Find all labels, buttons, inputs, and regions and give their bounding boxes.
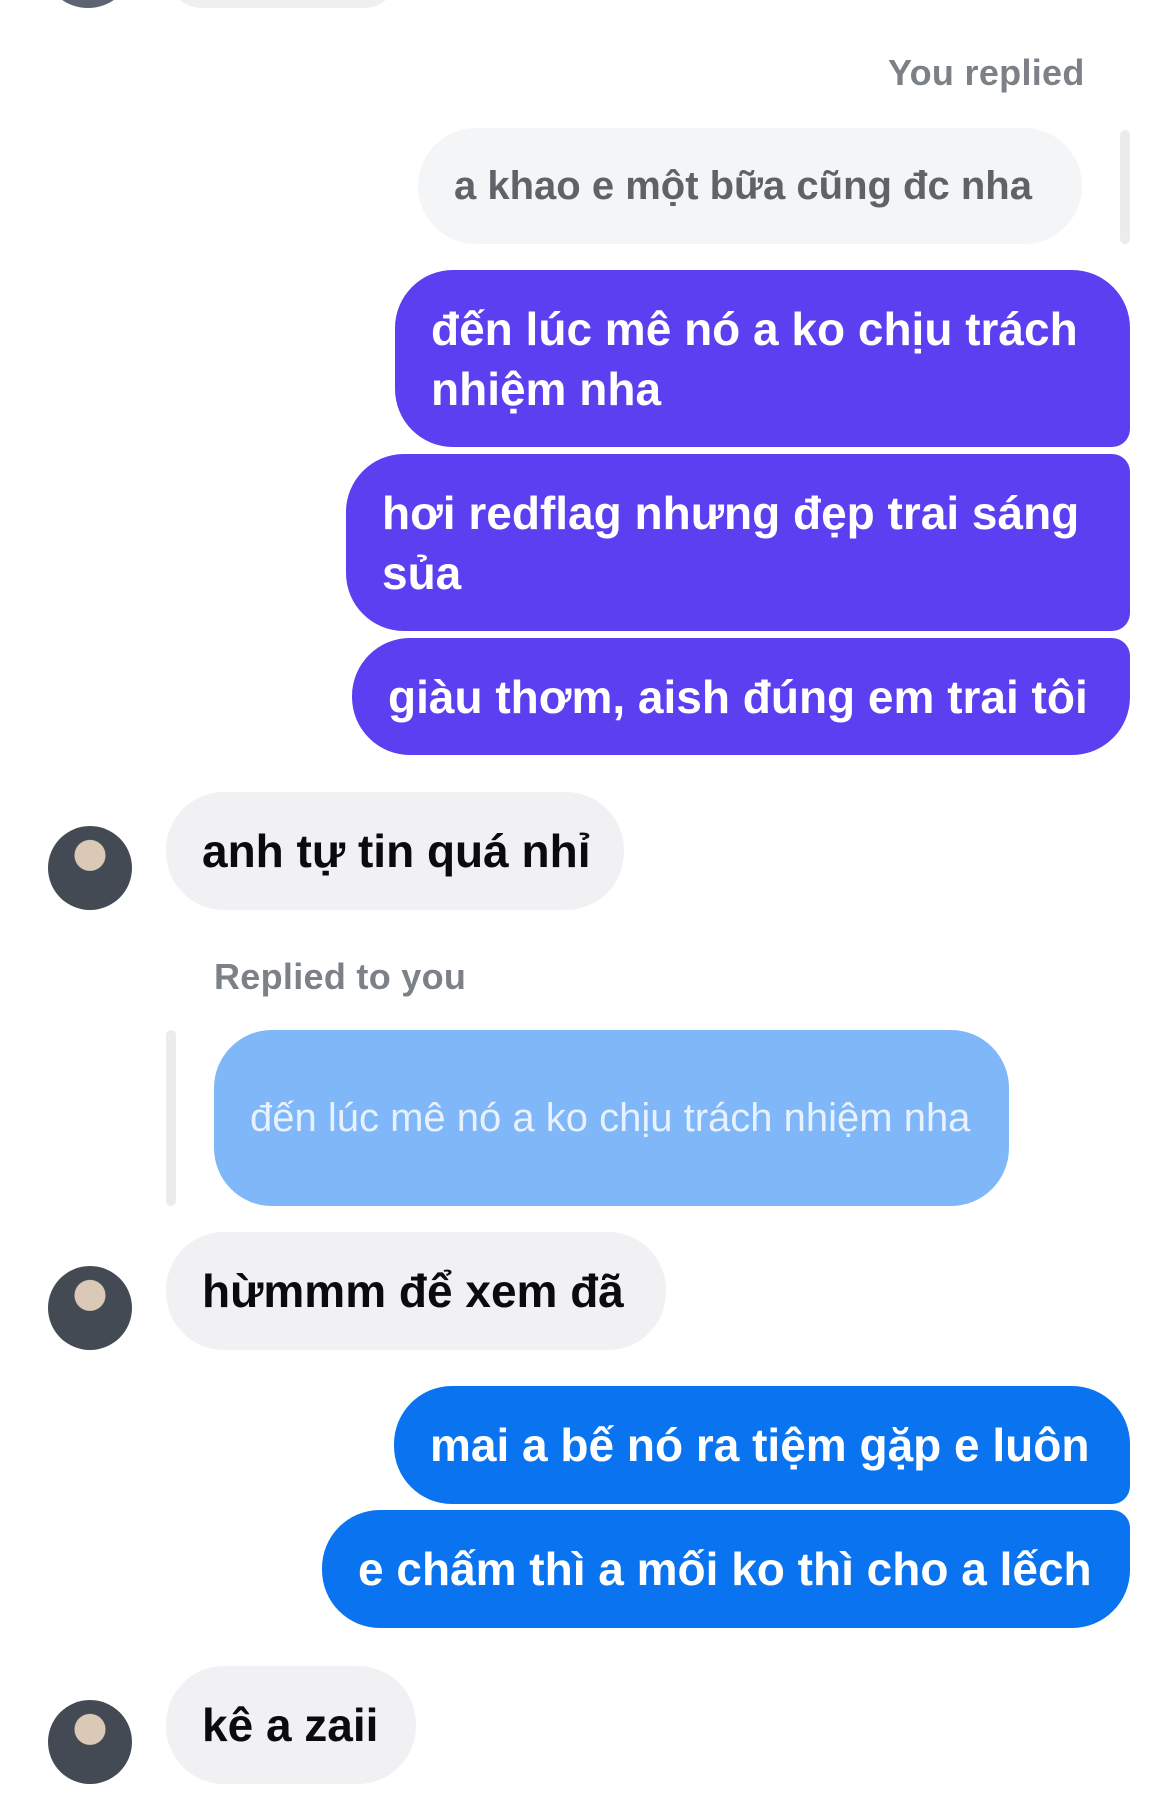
you-replied-label: You replied <box>888 52 1085 93</box>
outgoing-message-3[interactable]: giàu thơm, aish đúng em trai tôi <box>352 638 1130 755</box>
incoming-message-2[interactable]: hừmmm để xem đã <box>166 1232 666 1350</box>
contact-avatar[interactable] <box>48 826 132 910</box>
quoted-message[interactable]: đến lúc mê nó a ko chịu trách nhiệm nha <box>214 1030 1009 1206</box>
reply-quote-bar <box>166 1030 176 1206</box>
reply-quote-bar <box>1120 130 1130 244</box>
chat-thread: You replied a khao e một bữa cũng đc nha… <box>0 0 1170 1814</box>
incoming-message-partial[interactable] <box>168 0 398 8</box>
outgoing-message-2[interactable]: hơi redflag nhưng đẹp trai sáng sủa <box>346 454 1130 631</box>
outgoing-message-4[interactable]: mai a bế nó ra tiệm gặp e luôn <box>394 1386 1130 1504</box>
contact-avatar[interactable] <box>48 1266 132 1350</box>
incoming-message-1[interactable]: anh tự tin quá nhỉ <box>166 792 624 910</box>
replied-to-you-label: Replied to you <box>214 956 467 997</box>
incoming-message-3[interactable]: kê a zaii <box>166 1666 416 1784</box>
outgoing-message-1[interactable]: đến lúc mê nó a ko chịu trách nhiệm nha <box>395 270 1130 447</box>
quoted-own-message[interactable]: a khao e một bữa cũng đc nha <box>418 128 1082 244</box>
outgoing-message-5[interactable]: e chấm thì a mối ko thì cho a lếch <box>322 1510 1130 1628</box>
contact-avatar[interactable] <box>48 1700 132 1784</box>
contact-avatar-partial[interactable] <box>48 0 128 8</box>
